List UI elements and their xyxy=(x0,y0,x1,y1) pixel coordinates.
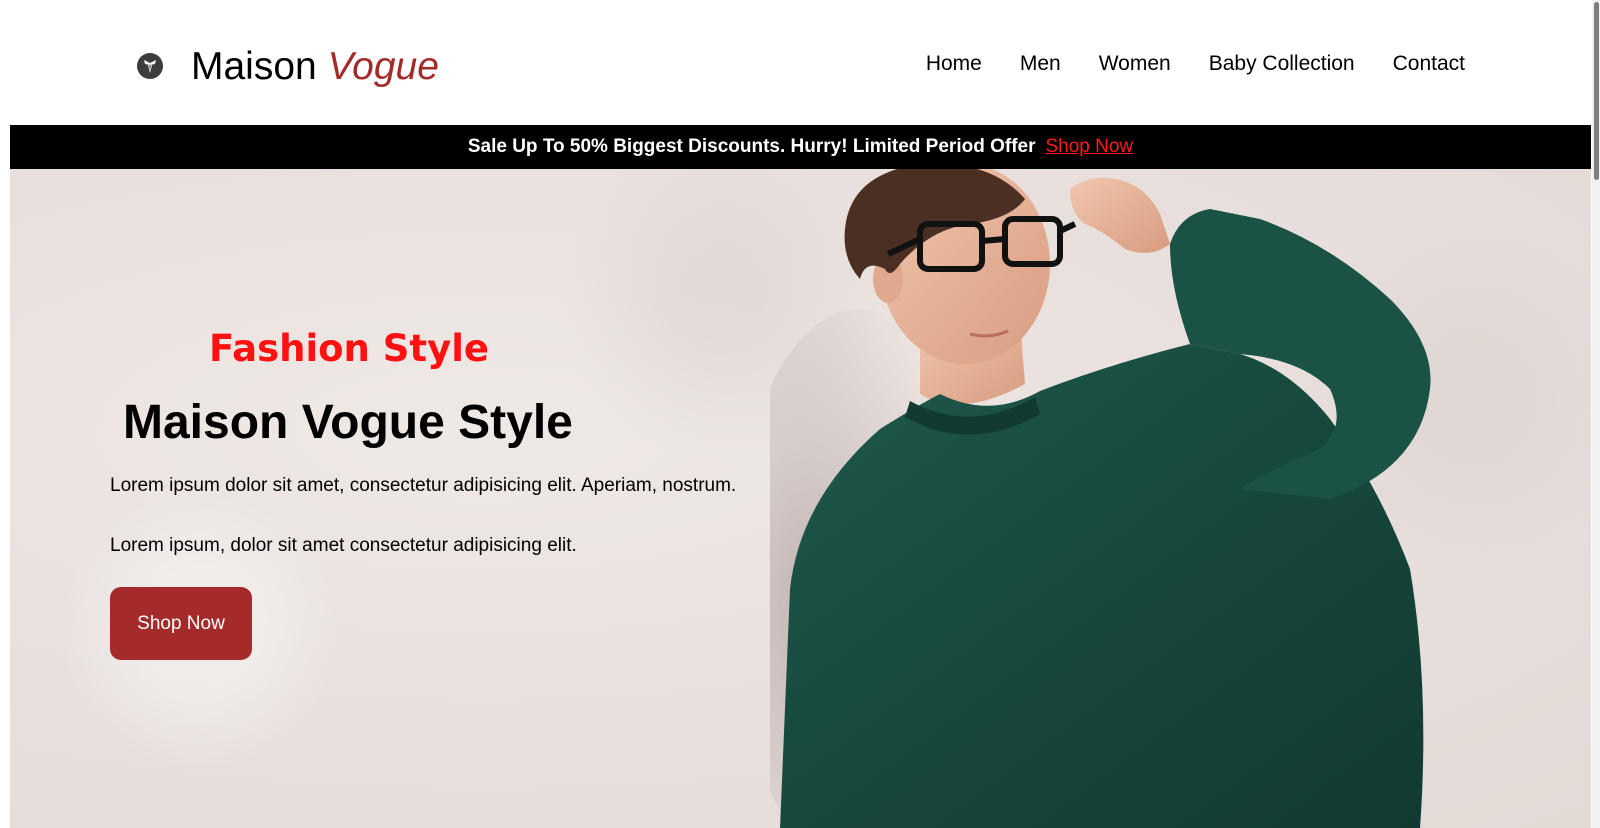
hero-title: Maison Vogue Style xyxy=(123,396,573,449)
hero-kicker: Fashion Style xyxy=(209,327,489,370)
promo-banner: Sale Up To 50% Biggest Discounts. Hurry!… xyxy=(10,125,1591,169)
page-scrollbar[interactable] xyxy=(1592,0,1600,828)
main-nav: Home Men Women Baby Collection Contact xyxy=(926,52,1465,76)
nav-item-women[interactable]: Women xyxy=(1099,52,1171,76)
hero-model-image xyxy=(770,169,1431,828)
nav-item-contact[interactable]: Contact xyxy=(1393,52,1465,76)
brand-name-main: Maison xyxy=(191,44,317,88)
brand-logo[interactable]: Maison Vogue xyxy=(137,44,439,88)
hero-shop-now-button[interactable]: Shop Now xyxy=(110,587,252,660)
nav-item-baby-collection[interactable]: Baby Collection xyxy=(1209,52,1355,76)
hero-section: Fashion Style Maison Vogue Style Lorem i… xyxy=(10,169,1591,828)
brand-name-accent: Vogue xyxy=(327,44,439,88)
scrollbar-thumb[interactable] xyxy=(1594,2,1599,180)
site-header: Maison Vogue Home Men Women Baby Collect… xyxy=(0,0,1600,125)
hero-paragraph-1: Lorem ipsum dolor sit amet, consectetur … xyxy=(110,475,737,496)
nav-item-men[interactable]: Men xyxy=(1020,52,1061,76)
bow-tie-logo-icon xyxy=(137,53,163,79)
brand-name: Maison Vogue xyxy=(191,47,439,86)
nav-item-home[interactable]: Home xyxy=(926,52,982,76)
promo-text: Sale Up To 50% Biggest Discounts. Hurry!… xyxy=(467,136,1036,157)
hero-paragraph-2: Lorem ipsum, dolor sit amet consectetur … xyxy=(110,535,577,556)
promo-shop-now-link[interactable]: Shop Now xyxy=(1045,136,1133,158)
page: Maison Vogue Home Men Women Baby Collect… xyxy=(0,0,1600,828)
